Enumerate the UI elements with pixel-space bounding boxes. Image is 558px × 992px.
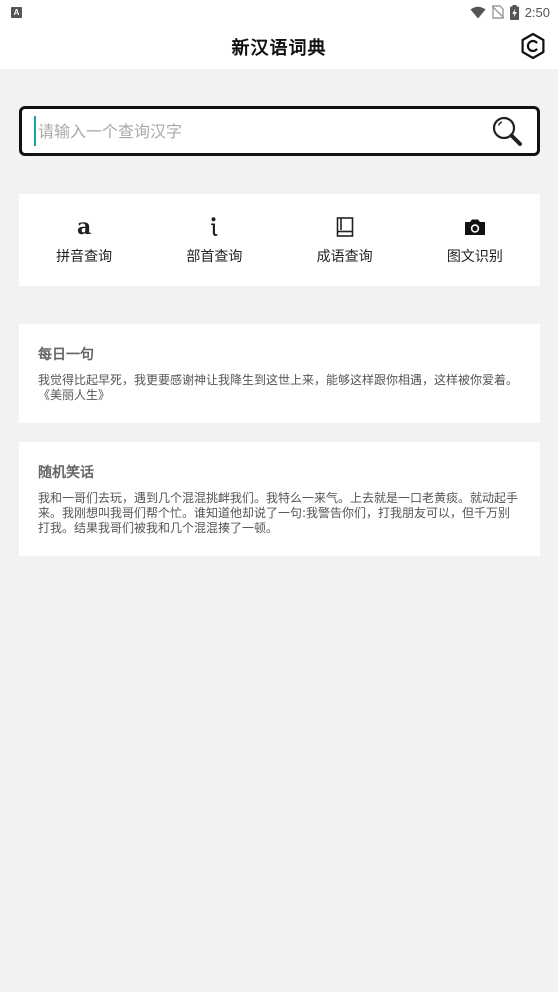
notification-icon: A	[11, 6, 22, 18]
status-clock: 2:50	[524, 4, 550, 20]
menu-item-label: 图文识别	[446, 249, 503, 265]
wifi-icon	[470, 6, 486, 18]
search-button[interactable]	[491, 115, 523, 147]
random-joke-title: 随机笑话	[38, 465, 94, 481]
menu-item-label: 成语查询	[316, 249, 373, 265]
settings-button[interactable]	[518, 31, 548, 61]
letter-a-icon: a	[76, 214, 92, 240]
status-left: A	[11, 6, 22, 18]
daily-sentence-text: 我觉得比起早死，我更要感谢神让我降生到这世上来，能够这样跟你相遇，这样被你爱着。…	[38, 373, 519, 402]
app-bar: 新汉语词典	[0, 24, 558, 69]
menu-item-pinyin[interactable]: a 拼音查询	[19, 194, 149, 286]
search-input[interactable]	[34, 116, 491, 146]
search-icon	[492, 116, 522, 146]
menu-item-radical[interactable]: 部首查询	[149, 194, 279, 286]
search-box	[19, 106, 540, 156]
battery-charging-icon	[509, 4, 519, 20]
lookup-menu: a 拼音查询 部首查询 成语查询 图文识别	[19, 194, 540, 286]
app-title: 新汉语词典	[231, 37, 327, 59]
radical-icon	[209, 216, 219, 238]
settings-gear-icon	[521, 32, 545, 60]
menu-item-label: 部首查询	[186, 249, 243, 265]
menu-item-idiom[interactable]: 成语查询	[280, 194, 410, 286]
daily-sentence-title: 每日一句	[38, 347, 94, 363]
daily-sentence-card: 每日一句 我觉得比起早死，我更要感谢神让我降生到这世上来，能够这样跟你相遇，这样…	[19, 324, 540, 423]
status-bar: A 2:50	[0, 0, 558, 24]
random-joke-text: 我和一哥们去玩，遇到几个混混挑衅我们。我特么一来气。上去就是一口老黄痰。就动起手…	[38, 491, 519, 535]
camera-icon	[464, 216, 486, 238]
status-right: 2:50	[470, 4, 550, 20]
book-icon	[336, 216, 354, 238]
random-joke-card: 随机笑话 我和一哥们去玩，遇到几个混混挑衅我们。我特么一来气。上去就是一口老黄痰…	[19, 442, 540, 556]
menu-item-label: 拼音查询	[56, 249, 113, 265]
no-sim-icon	[491, 5, 504, 19]
menu-item-ocr[interactable]: 图文识别	[410, 194, 540, 286]
